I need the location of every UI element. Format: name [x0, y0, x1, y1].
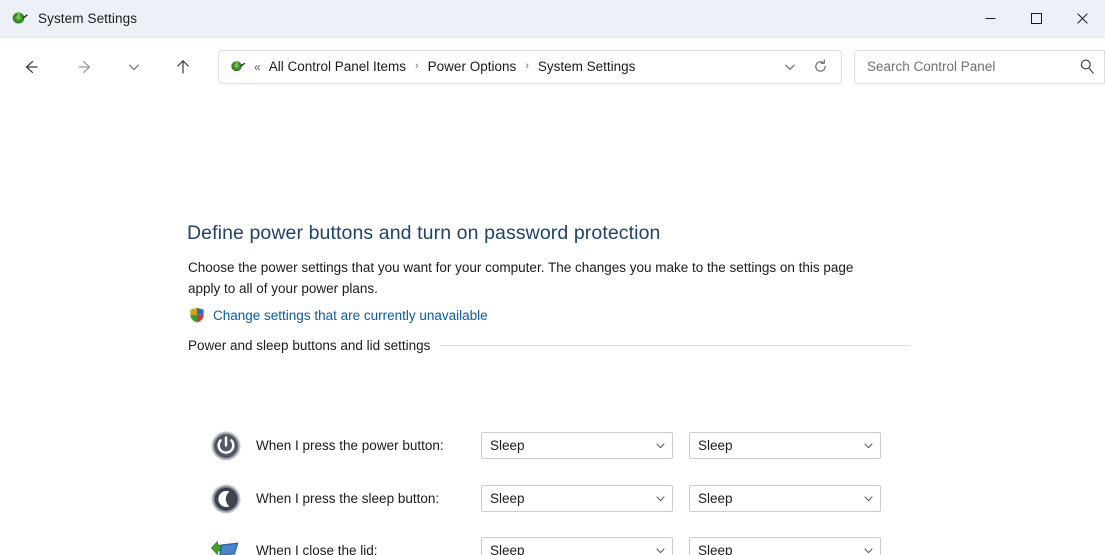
window-controls: [967, 0, 1105, 37]
refresh-icon[interactable]: [805, 53, 835, 81]
power-button-battery-value: Sleep: [482, 438, 648, 453]
uac-shield-icon: [188, 306, 206, 324]
search-box[interactable]: [854, 50, 1105, 84]
setting-row-sleep-button: When I press the sleep button: Sleep Sle…: [0, 482, 1105, 516]
setting-label-sleep-button: When I press the sleep button:: [256, 482, 439, 516]
recent-locations-button[interactable]: [117, 50, 151, 84]
forward-button[interactable]: [68, 50, 102, 84]
chevron-down-icon[interactable]: [648, 538, 672, 555]
power-button-icon: [208, 429, 244, 463]
address-power-options-icon: [229, 58, 247, 76]
change-unavailable-settings-row[interactable]: Change settings that are currently unava…: [188, 306, 488, 324]
breadcrumb-all-control-panel-items[interactable]: All Control Panel Items: [267, 56, 408, 77]
maximize-button[interactable]: [1013, 0, 1059, 37]
close-button[interactable]: [1059, 0, 1105, 37]
sleep-moon-icon: [208, 482, 244, 516]
title-bar: System Settings: [0, 0, 1105, 38]
chevron-down-icon[interactable]: [648, 433, 672, 458]
group-header-divider: [440, 345, 910, 346]
up-button[interactable]: [166, 50, 200, 84]
breadcrumb-system-settings[interactable]: System Settings: [536, 56, 638, 77]
chevron-down-icon[interactable]: [856, 538, 880, 555]
breadcrumb-separator-icon: ›: [525, 61, 529, 72]
sleep-button-plugged-value: Sleep: [690, 491, 856, 506]
address-bar[interactable]: « All Control Panel Items › Power Option…: [218, 50, 842, 84]
power-button-plugged-value: Sleep: [690, 438, 856, 453]
column-headers: On battery Plugged in: [0, 378, 1105, 410]
close-lid-plugged-value: Sleep: [690, 543, 856, 555]
setting-row-power-button: When I press the power button: Sleep Sle…: [0, 429, 1105, 463]
window-title: System Settings: [38, 11, 137, 26]
page-description: Choose the power settings that you want …: [188, 257, 888, 299]
change-unavailable-settings-link[interactable]: Change settings that are currently unava…: [213, 308, 488, 323]
page-title: Define power buttons and turn on passwor…: [187, 222, 661, 245]
breadcrumb-overflow-icon[interactable]: «: [254, 61, 261, 73]
search-input[interactable]: [855, 59, 1070, 74]
minimize-button[interactable]: [967, 0, 1013, 37]
back-button[interactable]: [14, 50, 48, 84]
power-button-plugged-dropdown[interactable]: Sleep: [689, 432, 881, 459]
group-header-power-and-lid-label: Power and sleep buttons and lid settings: [188, 338, 440, 353]
breadcrumb-power-options[interactable]: Power Options: [426, 56, 519, 77]
navigation-bar: « All Control Panel Items › Power Option…: [0, 38, 1105, 95]
chevron-down-icon[interactable]: [856, 486, 880, 511]
breadcrumb-separator-icon: ›: [415, 61, 419, 72]
power-button-battery-dropdown[interactable]: Sleep: [481, 432, 673, 459]
search-icon[interactable]: [1070, 51, 1104, 83]
chevron-down-icon[interactable]: [648, 486, 672, 511]
close-lid-battery-dropdown[interactable]: Sleep: [481, 537, 673, 555]
sleep-button-battery-dropdown[interactable]: Sleep: [481, 485, 673, 512]
sleep-button-battery-value: Sleep: [482, 491, 648, 506]
setting-label-power-button: When I press the power button:: [256, 429, 444, 463]
power-options-icon: [10, 9, 30, 29]
setting-row-close-lid: When I close the lid: Sleep Sleep: [0, 534, 1105, 555]
close-lid-plugged-dropdown[interactable]: Sleep: [689, 537, 881, 555]
previous-locations-chevron-down-icon[interactable]: [775, 53, 805, 81]
close-lid-battery-value: Sleep: [482, 543, 648, 555]
laptop-lid-icon: [208, 534, 244, 555]
group-header-power-and-lid: Power and sleep buttons and lid settings: [188, 338, 910, 353]
content-area: Define power buttons and turn on passwor…: [0, 95, 1105, 555]
sleep-button-plugged-dropdown[interactable]: Sleep: [689, 485, 881, 512]
chevron-down-icon[interactable]: [856, 433, 880, 458]
setting-label-close-lid: When I close the lid:: [256, 534, 378, 555]
